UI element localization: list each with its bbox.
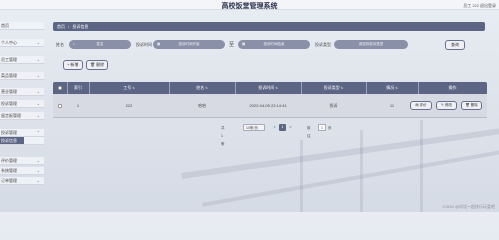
calendar-icon: ▦: [242, 42, 246, 46]
current-user: 员工 222: [463, 3, 479, 8]
chevron-up-icon: ⌃: [36, 130, 40, 135]
chevron-down-icon: ⌄: [36, 57, 40, 62]
goto-page-input[interactable]: 1: [318, 124, 326, 131]
cell-type: 投诉: [329, 103, 338, 108]
sidebar-item-staff[interactable]: 员工管理 ⌄: [0, 56, 44, 64]
sort-icon: ⇅: [205, 86, 208, 90]
sidebar-item-complaints[interactable]: 投诉管理 ⌄: [0, 100, 44, 108]
total-count: 共 1 条: [221, 126, 225, 146]
sidebar-item-reviews[interactable]: 评价管理 ⌄: [0, 157, 44, 165]
time-end-input[interactable]: ▦ 投诉时间结束: [238, 40, 310, 49]
cell-time: 2022-04-05 22:14:41: [249, 103, 287, 108]
type-label: 投诉类型: [315, 42, 331, 47]
name-input[interactable]: ⌕ 姓名: [69, 40, 131, 49]
trash-icon: 🗑: [465, 103, 470, 107]
watermark: CSDN @毕设一起快乐玩耍吧: [442, 204, 495, 209]
sidebar-item-home[interactable]: 首页: [0, 22, 44, 30]
page-number[interactable]: 1: [279, 124, 286, 131]
col-actions: 操作: [448, 85, 457, 90]
sidebar-item-complaint-mgmt[interactable]: 投诉管理 ⌃: [0, 129, 44, 137]
table-header: 索引 工号⇅ 姓名⇅ 投诉时间⇅ 投诉类型⇅ 情况⇅ 操作: [53, 82, 487, 94]
sort-icon: ⇅: [395, 86, 398, 90]
main-panel: 首页 / 投诉信息 姓名 ⌕ 姓名 投诉时间 ▦ 投诉时间开始 至 ▦ 投诉时间…: [49, 18, 491, 146]
col-index: 索引: [74, 85, 82, 90]
time-label: 投诉时间: [136, 42, 152, 47]
cell-name: 哈哈: [198, 103, 206, 108]
page-size-select[interactable]: 10条/页: [243, 124, 265, 131]
col-situation[interactable]: 情况⇅: [366, 82, 418, 94]
sidebar-item-business[interactable]: 营业管理 ⌄: [0, 88, 44, 96]
calendar-icon: ▦: [157, 42, 161, 46]
cell-index: 1: [76, 103, 80, 108]
select-all-checkbox[interactable]: [58, 86, 62, 90]
search-button[interactable]: 查询: [445, 40, 465, 50]
sidebar: 首页 个人中心 ⌄ 员工管理 ⌄ 菜品管理 ⌄ 营业管理 ⌄ 投诉管理 ⌄ 留言…: [0, 19, 44, 212]
page-unit: 页: [328, 126, 332, 130]
name-label: 姓名: [56, 42, 64, 47]
chevron-down-icon: ⌄: [36, 40, 40, 45]
logout-link[interactable]: 退出登录: [480, 3, 496, 9]
breadcrumb-current: 投诉信息: [72, 24, 89, 29]
breadcrumb: 首页 / 投诉信息: [53, 22, 485, 31]
top-header: 高校饭堂管理系统 员工 222 退出登录: [0, 0, 499, 10]
trash-icon: 🗑: [90, 62, 96, 67]
add-button[interactable]: +新增: [63, 60, 83, 70]
sort-icon: ⇅: [340, 86, 344, 90]
chevron-down-icon: ⌄: [36, 101, 40, 106]
row-checkbox[interactable]: [58, 104, 62, 108]
sidebar-item-complaint-info[interactable]: 投诉信息: [0, 137, 24, 145]
sort-icon: ⇅: [275, 86, 278, 90]
sidebar-item-orders[interactable]: 订单管理 ⌄: [0, 177, 44, 185]
table-row: 1 222 哈哈 2022-04-05 22:14:41 投诉 11 ▤ 评价 …: [53, 94, 487, 118]
time-start-input[interactable]: ▦ 投诉时间开始: [153, 40, 225, 49]
sidebar-item-dishes[interactable]: 菜品管理 ⌄: [0, 72, 44, 80]
complaints-table: 索引 工号⇅ 姓名⇅ 投诉时间⇅ 投诉类型⇅ 情况⇅ 操作 1 222 哈哈 2…: [53, 82, 487, 118]
chevron-down-icon: ⌄: [36, 178, 40, 183]
breadcrumb-separator: /: [68, 24, 70, 29]
col-type[interactable]: 投诉类型⇅: [301, 82, 366, 94]
col-time[interactable]: 投诉时间⇅: [235, 82, 301, 94]
review-button[interactable]: ▤ 评价: [410, 101, 432, 110]
document-icon: ▤: [415, 103, 419, 107]
breadcrumb-home[interactable]: 首页: [57, 24, 65, 29]
plus-icon: +: [67, 62, 70, 67]
delete-button[interactable]: 🗑删除: [86, 60, 108, 70]
type-select[interactable]: 请选择投诉类型: [334, 40, 408, 49]
chevron-down-icon: ⌄: [36, 168, 40, 173]
chevron-down-icon: ⌄: [36, 73, 40, 78]
chevron-down-icon: ⌄: [36, 89, 40, 94]
row-delete-button[interactable]: 🗑 删除: [461, 101, 482, 110]
chevron-down-icon: ⌄: [36, 113, 40, 118]
sidebar-item-system[interactable]: 系统管理 ⌄: [0, 167, 44, 175]
prev-page-button[interactable]: <: [271, 124, 278, 131]
edit-icon: ✎: [441, 103, 444, 107]
col-emp-no[interactable]: 工号⇅: [89, 82, 169, 94]
chevron-down-icon: ⌄: [36, 158, 40, 163]
cell-emp-no: 222: [125, 103, 133, 108]
next-page-button[interactable]: >: [287, 124, 294, 131]
sidebar-item-profile[interactable]: 个人中心 ⌄: [0, 39, 44, 47]
search-icon: ⌕: [73, 42, 75, 46]
col-name[interactable]: 姓名⇅: [169, 82, 235, 94]
sort-icon: ⇅: [132, 86, 135, 90]
sidebar-item-messages[interactable]: 留言板管理 ⌄: [0, 112, 44, 120]
search-bar: 姓名 ⌕ 姓名 投诉时间 ▦ 投诉时间开始 至 ▦ 投诉时间结束 投诉类型 请选…: [53, 40, 473, 50]
edit-button[interactable]: ✎ 修改: [436, 101, 457, 110]
range-separator: 至: [229, 42, 235, 48]
app-title: 高校饭堂管理系统: [221, 3, 278, 10]
goto-label: 前往: [307, 126, 311, 138]
